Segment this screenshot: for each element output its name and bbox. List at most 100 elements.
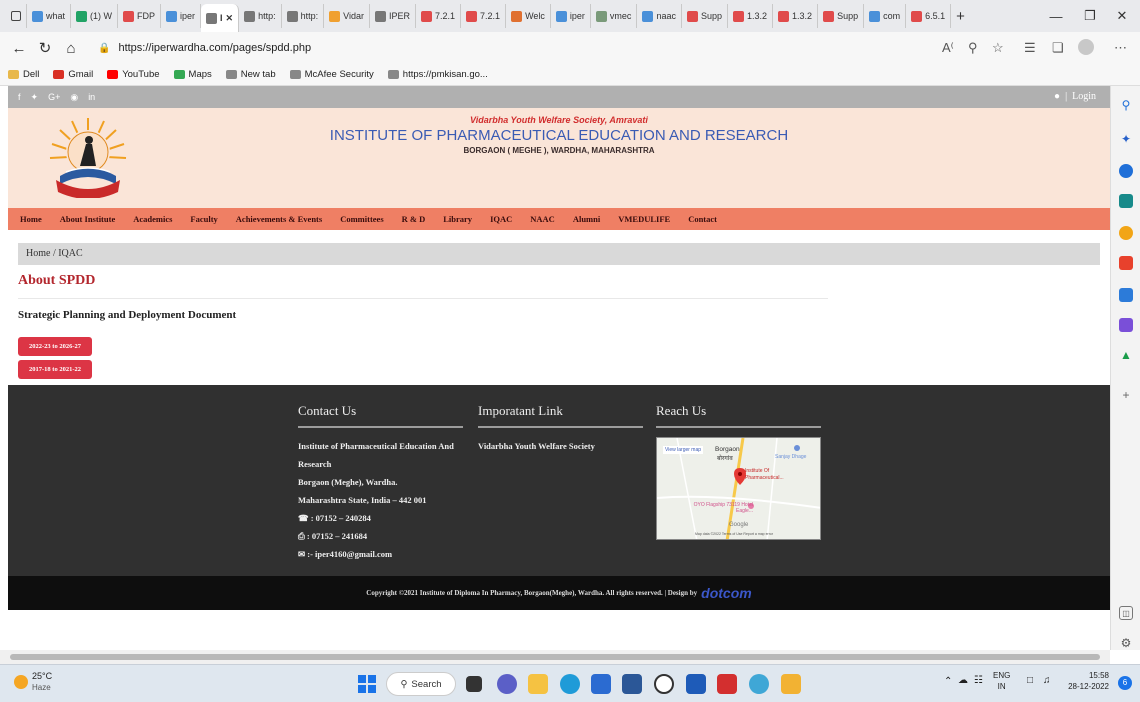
nav-item[interactable]: Faculty [190, 214, 217, 224]
favorite-star-icon[interactable]: ☆ [992, 40, 1004, 56]
spdd-2017-22-button[interactable]: 2017-18 to 2021-22 [18, 360, 92, 379]
read-aloud-icon[interactable]: A⁽ [942, 40, 954, 56]
profile-avatar[interactable] [1078, 39, 1094, 55]
chat-icon[interactable] [497, 674, 517, 694]
taskbar-search[interactable]: ⚲ Search [386, 672, 456, 696]
nav-item[interactable]: Home [20, 214, 42, 224]
browser-tab[interactable]: (1) W [71, 4, 119, 28]
nav-item[interactable]: Achievements & Events [236, 214, 322, 224]
tab-actions-button[interactable] [6, 4, 27, 28]
browser-tab[interactable]: 1.3.2 [728, 4, 774, 28]
app-icon[interactable] [749, 674, 769, 694]
browser-tab[interactable]: com [864, 4, 907, 28]
nav-item[interactable]: About Institute [60, 214, 116, 224]
task-view-icon[interactable] [466, 676, 482, 692]
nav-item[interactable]: Academics [133, 214, 172, 224]
tray-chevron-icon[interactable]: ⌃ [944, 676, 952, 687]
file-explorer-icon[interactable] [528, 674, 548, 694]
designer-icon[interactable] [1119, 318, 1133, 332]
linkedin-icon[interactable]: in [88, 92, 95, 102]
nav-item[interactable]: Alumni [573, 214, 600, 224]
favorites-icon[interactable]: ☰ [1024, 40, 1036, 56]
browser-tab[interactable]: 7.2.1 [461, 4, 507, 28]
bookmark-item[interactable]: Dell [8, 69, 39, 80]
onedrive-icon[interactable]: ☁ [958, 675, 968, 686]
back-icon[interactable]: ← [6, 40, 32, 57]
minimize-icon[interactable]: — [1040, 0, 1072, 32]
acrobat-icon[interactable] [717, 674, 737, 694]
store-icon[interactable] [591, 674, 611, 694]
browser-tab[interactable]: FDP [118, 4, 162, 28]
tools-icon[interactable] [1119, 194, 1133, 208]
clock[interactable]: 15:58 28-12-2022 [1065, 670, 1109, 692]
larger-map-link[interactable]: View larger map [663, 446, 704, 454]
browser-tab[interactable]: http: [282, 4, 325, 28]
browser-tab[interactable]: I ✕ [201, 4, 240, 32]
new-tab-button[interactable]: + [951, 4, 970, 28]
weather-temp[interactable]: 25°C [32, 671, 52, 681]
bookmark-item[interactable]: Gmail [53, 69, 93, 80]
designer-logo[interactable]: dotcom [701, 585, 752, 601]
google-map[interactable]: View larger map Borgaon बोरगांव Sanjay D… [656, 437, 821, 540]
split-screen-icon[interactable]: ◫ [1119, 606, 1133, 620]
bookmark-item[interactable]: New tab [225, 69, 276, 80]
app-icon[interactable] [781, 674, 801, 694]
nav-item[interactable]: Contact [688, 214, 717, 224]
language-indicator[interactable]: ENG IN [993, 670, 1010, 692]
googleplus-icon[interactable]: G+ [48, 92, 60, 102]
twitter-icon[interactable]: ✦ [31, 92, 39, 103]
copilot-icon[interactable]: ✦ [1119, 132, 1133, 146]
office-icon[interactable] [1119, 256, 1133, 270]
search-icon[interactable]: ⚲ [1119, 98, 1133, 112]
browser-tab[interactable]: Welc [506, 4, 551, 28]
browser-tab[interactable]: iper [161, 4, 202, 28]
tree-icon[interactable]: ▲ [1119, 348, 1133, 362]
browser-tab[interactable]: vmec [591, 4, 638, 28]
edge-icon[interactable] [560, 674, 580, 694]
browser-tab[interactable]: iper [551, 4, 591, 28]
facebook-icon[interactable]: f [18, 92, 21, 102]
browser-tab[interactable]: naac [637, 4, 682, 28]
browser-tab[interactable]: Supp [818, 4, 865, 28]
collections-icon[interactable]: ❏ [1052, 40, 1064, 56]
add-icon[interactable]: + [1119, 388, 1133, 402]
browser-tab[interactable]: Supp [682, 4, 728, 28]
browser-tab[interactable]: IPER [370, 4, 416, 28]
app-icon[interactable] [686, 674, 706, 694]
nav-item[interactable]: R & D [402, 214, 426, 224]
close-tab-icon[interactable]: ✕ [226, 13, 234, 24]
bookmark-item[interactable]: https://pmkisan.go... [387, 69, 488, 80]
refresh-icon[interactable]: ↻ [32, 39, 58, 57]
dell-icon[interactable] [654, 674, 674, 694]
vyws-link[interactable]: Vidarbha Youth Welfare Society [478, 437, 595, 455]
browser-tab[interactable]: Vidar [324, 4, 370, 28]
nav-item[interactable]: VMEDULIFE [618, 214, 670, 224]
notification-badge[interactable]: 6 [1118, 676, 1132, 690]
home-icon[interactable]: ⌂ [58, 40, 84, 57]
games-icon[interactable] [1119, 226, 1133, 240]
windows-start-icon[interactable] [357, 674, 377, 694]
spdd-2022-27-button[interactable]: 2022-23 to 2026-27 [18, 337, 92, 356]
network-icon[interactable]: ☷ [974, 675, 983, 686]
zoom-icon[interactable]: ⚲ [968, 40, 978, 56]
shopping-icon[interactable] [1119, 164, 1133, 178]
display-icon[interactable]: □ [1027, 675, 1033, 686]
nav-item[interactable]: Library [443, 214, 472, 224]
bookmark-item[interactable]: Maps [173, 69, 212, 80]
outlook-icon[interactable] [1119, 288, 1133, 302]
bookmark-item[interactable]: YouTube [107, 69, 160, 80]
restore-icon[interactable]: ❐ [1074, 0, 1106, 32]
nav-item[interactable]: IQAC [490, 214, 512, 224]
login-link[interactable]: ● | Login [1054, 91, 1096, 102]
browser-tab[interactable]: 6.5.1 [906, 4, 952, 28]
browser-tab[interactable]: http: [239, 4, 282, 28]
bookmark-item[interactable]: McAfee Security [289, 69, 374, 80]
settings-gear-icon[interactable]: ⚙ [1119, 636, 1133, 650]
browser-tab[interactable]: 1.3.2 [773, 4, 819, 28]
url-field[interactable]: 🔒 https://iperwardha.com/pages/spdd.php [98, 42, 311, 54]
nav-item[interactable]: Committees [340, 214, 383, 224]
browser-tab[interactable]: 7.2.1 [416, 4, 462, 28]
volume-icon[interactable]: ♫ [1043, 675, 1051, 686]
nav-item[interactable]: NAAC [530, 214, 555, 224]
more-menu-icon[interactable]: ⋯ [1114, 40, 1127, 56]
